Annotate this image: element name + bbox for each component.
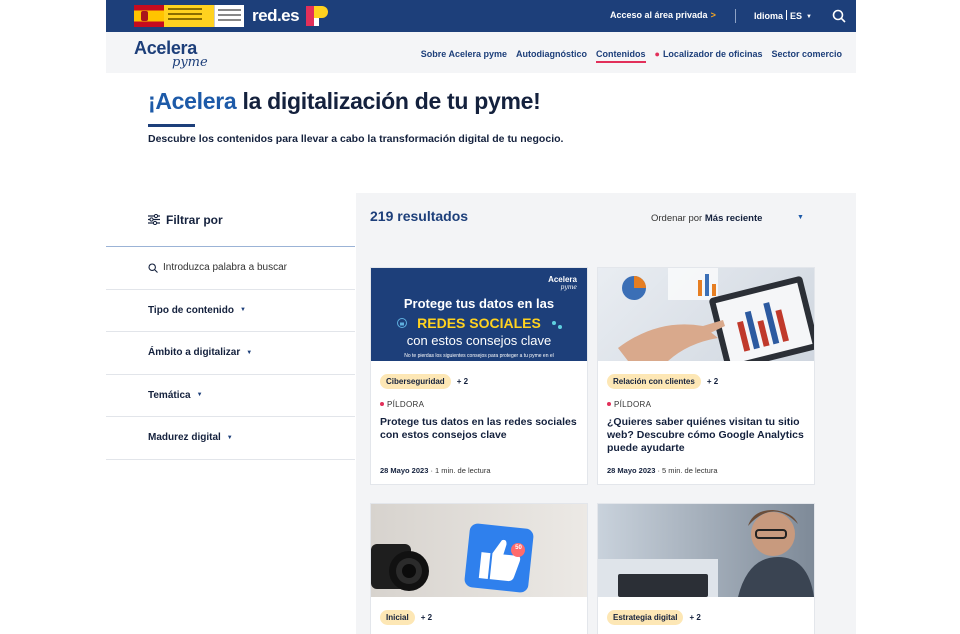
more-tags[interactable]: + 2 [421,613,432,622]
category-tag[interactable]: Ciberseguridad [380,374,451,389]
title-underline [148,124,195,127]
filter-madurez[interactable]: Madurez digital ▼ [106,417,355,460]
nav-item-contenidos[interactable]: Contenidos [596,49,646,63]
card-thumbnail: 50 [371,504,587,597]
results-count: 219 resultados [370,208,469,224]
like-camera-photo [371,523,534,593]
network-dots-icon [552,321,562,329]
recovery-plan-logo-icon[interactable] [304,4,330,28]
nav-item-autodiagnostico[interactable]: Autodiagnóstico [516,49,587,63]
chevron-down-icon: ▼ [239,307,246,314]
card-meta: 28 Mayo 2023 · 1 min. de lectura [380,466,491,475]
nav-item-localizador[interactable]: ● Localizador de oficinas [655,49,763,63]
like-count-badge: 50 [515,545,522,551]
content-card[interactable]: 50 Inicial + 2 [370,503,588,634]
acelera-pyme-logo: Acelera pyme [548,275,577,292]
filter-heading: Filtrar por [106,193,355,247]
search-icon [148,263,158,273]
card-title[interactable]: Protege tus datos en las redes sociales … [380,416,580,442]
filter-sidebar: Filtrar por Introduzca palabra a buscar … [106,193,355,460]
more-tags[interactable]: + 2 [707,377,718,386]
private-area-link[interactable]: Acceso al área privada > [610,10,716,20]
filter-tipo-contenido[interactable]: Tipo de contenido ▼ [106,290,355,332]
content-type: PÍLDORA [380,400,424,409]
chevron-down-icon: ▼ [226,434,233,441]
main-nav: Acelera pyme Sobre Acelera pyme Autodiag… [106,32,856,73]
card-thumbnail [598,268,814,361]
chevron-down-icon: ▼ [246,349,253,356]
content-card[interactable]: Acelera pyme Protege tus datos en las RED… [370,267,588,485]
page-subtitle: Descubre los contenidos para llevar a ca… [148,133,564,145]
more-tags[interactable]: + 2 [689,613,700,622]
location-pin-icon: ● [654,49,660,59]
spain-flag-icon [134,5,164,27]
divider [735,9,736,23]
search-icon[interactable] [832,9,846,23]
government-logo[interactable] [134,5,244,27]
results-panel: 219 resultados Ordenar por Más reciente … [356,193,856,634]
language-selector[interactable]: Idioma ES ▼ [754,10,812,21]
redes-logo[interactable]: red.es [252,6,300,26]
card-meta: 28 Mayo 2023 · 5 min. de lectura [607,466,718,475]
card-thumbnail: Acelera pyme Protege tus datos en las RED… [371,268,587,361]
nav-menu: Sobre Acelera pyme Autodiagnóstico Conte… [421,49,842,63]
lock-icon [397,318,407,328]
nav-item-sobre[interactable]: Sobre Acelera pyme [421,49,507,63]
more-tags[interactable]: + 2 [457,377,468,386]
category-tag[interactable]: Relación con clientes [607,374,701,389]
filter-ambito[interactable]: Ámbito a digitalizar ▼ [106,332,355,375]
filter-tematica[interactable]: Temática ▼ [106,375,355,417]
page-title: ¡Acelera la digitalización de tu pyme! [148,88,541,114]
category-tag[interactable]: Estrategia digital [607,610,684,625]
category-tag[interactable]: Inicial [380,610,415,625]
filter-sliders-icon [148,214,160,225]
chevron-down-icon: ▼ [196,392,203,399]
content-type: PÍLDORA [607,400,651,409]
arrow-right-icon: > [710,10,716,20]
chevron-down-icon: ▼ [797,214,804,221]
card-title[interactable]: ¿Quieres saber quiénes visitan tu sitio … [607,416,807,455]
man-laptop-photo [598,510,814,597]
top-bar: red.es Acceso al área privada > Idioma ES ▼ [106,0,856,32]
page: red.es Acceso al área privada > Idioma ES ▼… [0,0,960,634]
sort-dropdown[interactable]: Ordenar por Más reciente ▼ [651,213,804,224]
nav-item-sector-comercio[interactable]: Sector comercio [771,49,842,63]
card-thumbnail [598,504,814,597]
chevron-down-icon: ▼ [806,14,812,20]
acelera-pyme-logo[interactable]: Acelera pyme [134,39,208,69]
analytics-photo [618,268,814,361]
content-card[interactable]: Estrategia digital + 2 [597,503,815,634]
search-input[interactable]: Introduzca palabra a buscar [106,247,355,290]
content-card[interactable]: Relación con clientes + 2 PÍLDORA ¿Quier… [597,267,815,485]
